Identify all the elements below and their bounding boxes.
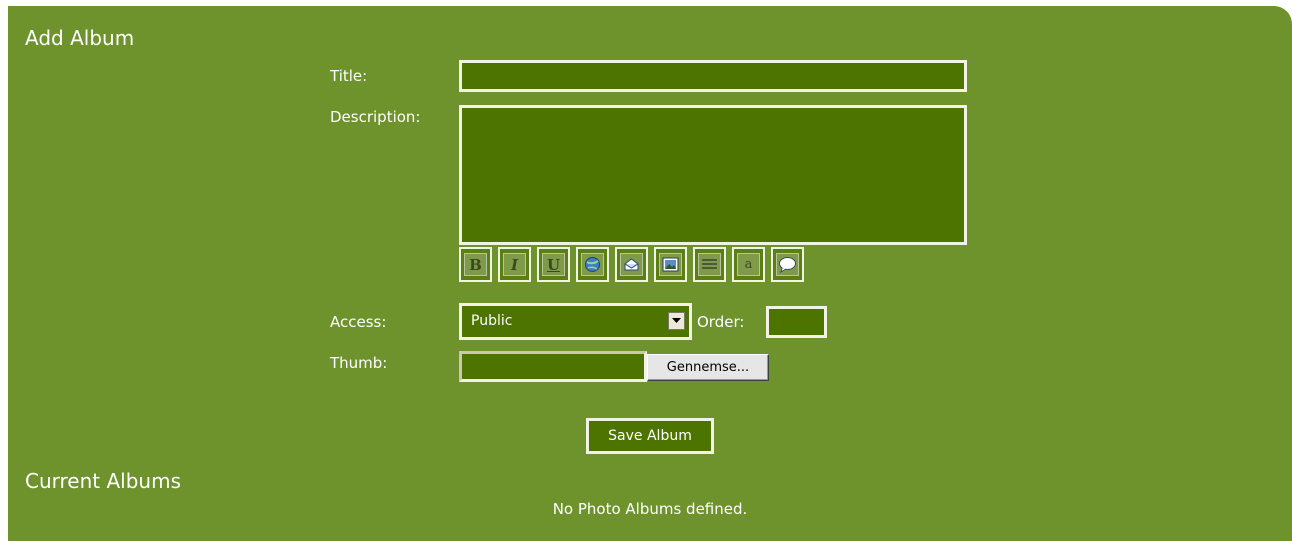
bold-button[interactable]: B — [459, 247, 492, 282]
add-album-heading: Add Album — [25, 26, 135, 50]
link-button[interactable] — [576, 247, 609, 282]
access-label: Access: — [330, 313, 387, 331]
title-input[interactable] — [459, 60, 967, 92]
save-album-button[interactable]: Save Album — [586, 418, 714, 454]
thumb-label: Thumb: — [330, 354, 388, 372]
order-input[interactable] — [766, 306, 827, 338]
quote-bubble-icon — [776, 253, 799, 276]
email-button[interactable] — [615, 247, 648, 282]
align-button[interactable] — [693, 247, 726, 282]
access-selected-value: Public — [471, 313, 513, 329]
formatting-toolbar: B I U a — [459, 247, 810, 284]
current-albums-heading: Current Albums — [25, 469, 181, 493]
thumb-file-input[interactable] — [459, 351, 647, 382]
album-panel: Add Album Title: Description: B I U a Ac… — [8, 6, 1292, 541]
description-textarea[interactable] — [459, 105, 967, 245]
italic-button[interactable]: I — [498, 247, 531, 282]
browse-button[interactable]: Gennemse... — [647, 354, 769, 381]
code-button[interactable]: a — [732, 247, 765, 282]
underline-icon: U — [542, 253, 565, 276]
bold-icon: B — [464, 253, 487, 276]
image-button[interactable] — [654, 247, 687, 282]
access-select[interactable]: Public — [459, 303, 692, 340]
align-lines-icon — [698, 253, 721, 276]
email-icon — [620, 253, 643, 276]
code-icon: a — [737, 253, 760, 276]
image-icon — [659, 253, 682, 276]
link-globe-icon — [581, 253, 604, 276]
empty-albums-message: No Photo Albums defined. — [552, 500, 748, 518]
title-label: Title: — [330, 67, 368, 85]
quote-button[interactable] — [771, 247, 804, 282]
italic-icon: I — [503, 253, 526, 276]
order-label: Order: — [697, 313, 745, 331]
chevron-down-icon[interactable] — [668, 312, 685, 330]
description-label: Description: — [330, 108, 421, 126]
underline-button[interactable]: U — [537, 247, 570, 282]
